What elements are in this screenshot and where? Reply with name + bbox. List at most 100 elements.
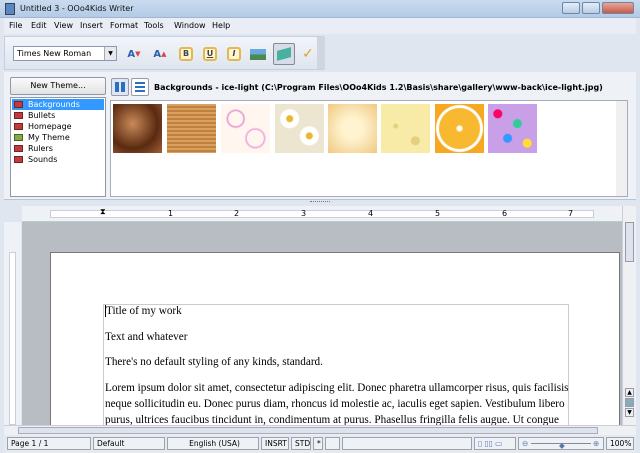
theme-item[interactable]: Homepage <box>12 121 104 132</box>
ruler-label: 1 <box>168 209 174 218</box>
zoom-percent[interactable]: 100% <box>606 437 634 450</box>
document-line[interactable]: Text and whatever <box>105 331 187 343</box>
formatting-toolbar: Times New Roman ▼ A ▼ A ▲ B U I ✓ <box>4 36 325 70</box>
app-icon <box>5 3 15 15</box>
page-style[interactable]: Default <box>93 437 165 450</box>
menu-window[interactable]: Window <box>174 21 206 30</box>
folder-icon <box>14 134 23 141</box>
previous-page-icon[interactable]: ▲ <box>625 388 634 397</box>
signature-field[interactable] <box>325 437 340 450</box>
indent-marker[interactable]: ⧗ <box>100 207 106 217</box>
thumbnail-confetti[interactable] <box>488 104 537 153</box>
page-indicator[interactable]: Page 1 / 1 <box>7 437 91 450</box>
thumbnail-cheese[interactable] <box>381 104 430 153</box>
chevron-down-icon[interactable]: ▼ <box>104 47 116 60</box>
spellcheck-icon[interactable]: ✓ <box>297 43 319 65</box>
next-page-icon[interactable]: ▼ <box>625 408 634 417</box>
horizontal-ruler[interactable]: ⧗ 1 2 3 4 5 6 7 <box>22 206 622 222</box>
menu-format[interactable]: Format <box>110 21 138 30</box>
shrink-font-icon[interactable]: A ▼ <box>123 43 145 65</box>
gallery-panel: New Theme... Backgrounds Bullets Homepag… <box>4 72 636 200</box>
status-bar: Page 1 / 1 Default English (USA) INSRT S… <box>4 435 636 453</box>
theme-label: Backgrounds <box>28 100 80 109</box>
italic-button[interactable]: I <box>223 43 245 65</box>
horizontal-scrollbar[interactable] <box>4 425 636 435</box>
thumbnail-daisies[interactable] <box>275 104 324 153</box>
selection-mode[interactable]: STD <box>291 437 311 450</box>
navigator-icon[interactable] <box>625 398 634 407</box>
bold-button[interactable]: B <box>175 43 197 65</box>
italic-icon: I <box>227 47 241 61</box>
toolbar-overflow[interactable] <box>317 37 325 69</box>
scroll-thumb[interactable] <box>625 222 634 262</box>
thumbnail-brown-swirl[interactable] <box>113 104 162 153</box>
theme-label: My Theme <box>28 133 70 142</box>
gallery-title: Backgrounds - ice-light (C:\Program File… <box>154 83 603 92</box>
list-icon <box>135 82 145 92</box>
language[interactable]: English (USA) <box>167 437 259 450</box>
menu-insert[interactable]: Insert <box>80 21 103 30</box>
ruler-label: 4 <box>368 209 374 218</box>
folder-icon <box>14 101 23 108</box>
underline-icon: U <box>203 47 217 61</box>
document-page[interactable]: Title of my work Text and whatever There… <box>50 252 620 444</box>
ruler-label: 5 <box>435 209 441 218</box>
close-button[interactable] <box>602 2 634 14</box>
minimize-button[interactable] <box>562 2 580 14</box>
theme-label: Bullets <box>28 111 56 120</box>
menu-help[interactable]: Help <box>212 21 230 30</box>
insert-mode[interactable]: INSRT <box>261 437 289 450</box>
ruler-track <box>9 252 16 425</box>
gallery-button[interactable] <box>273 43 295 65</box>
underline-button[interactable]: U <box>199 43 221 65</box>
menu-file[interactable]: File <box>9 21 22 30</box>
zoom-out-icon[interactable]: ⊖ <box>522 439 528 448</box>
icon-view-button[interactable] <box>111 78 129 96</box>
gallery-thumbnails <box>110 100 628 197</box>
menu-edit[interactable]: Edit <box>31 21 47 30</box>
thumbnail-pink-circles[interactable] <box>221 104 270 153</box>
zoom-slider[interactable]: ⊖ ◆ ⊕ <box>518 437 604 450</box>
thumbnail-orange[interactable] <box>435 104 484 153</box>
menu-bar: File Edit View Insert Format Tools Windo… <box>4 18 636 34</box>
detail-view-button[interactable] <box>131 78 149 96</box>
folder-icon <box>14 156 23 163</box>
document-line[interactable]: Lorem ipsum dolor sit amet, consectetur … <box>105 382 569 394</box>
zoom-handle[interactable]: ◆ <box>559 440 565 451</box>
modified-indicator: * <box>313 437 323 450</box>
theme-label: Rulers <box>28 144 53 153</box>
menu-tools[interactable]: Tools <box>144 21 164 30</box>
thumbnail-popcorn[interactable] <box>328 104 377 153</box>
document-line[interactable]: neque sollicitudin eu. Donec purus diam,… <box>105 398 565 410</box>
scroll-thumb[interactable] <box>18 427 598 434</box>
grow-font-icon[interactable]: A ▲ <box>149 43 171 65</box>
gallery-scrollbar[interactable] <box>616 101 627 196</box>
view-layout-icons[interactable]: ▯ ▯▯ ▭ <box>474 437 516 450</box>
theme-item[interactable]: Backgrounds <box>12 99 104 110</box>
ruler-label: 2 <box>234 209 240 218</box>
thumbnail-wood[interactable] <box>167 104 216 153</box>
grid-icon <box>115 82 125 92</box>
theme-list[interactable]: Backgrounds Bullets Homepage My Theme Ru… <box>10 97 106 197</box>
theme-item[interactable]: Bullets <box>12 110 104 121</box>
title-bar: Untitled 3 - OOo4Kids Writer <box>0 0 640 18</box>
folder-icon <box>14 112 23 119</box>
menu-view[interactable]: View <box>54 21 73 30</box>
theme-item[interactable]: My Theme <box>12 132 104 143</box>
image-icon <box>250 48 266 60</box>
font-name-value: Times New Roman <box>17 49 92 58</box>
zoom-in-icon[interactable]: ⊕ <box>593 438 599 449</box>
splitter-handle[interactable] <box>310 201 330 204</box>
theme-item[interactable]: Sounds <box>12 154 104 165</box>
document-line[interactable]: Title of my work <box>105 305 182 317</box>
insert-image-button[interactable] <box>247 43 269 65</box>
vertical-scrollbar[interactable]: ▲ ▼ <box>622 206 636 425</box>
vertical-ruler[interactable] <box>4 222 21 425</box>
bold-icon: B <box>179 47 193 61</box>
font-name-select[interactable]: Times New Roman ▼ <box>13 46 117 61</box>
ruler-label: 7 <box>568 209 574 218</box>
new-theme-button[interactable]: New Theme... <box>10 77 106 95</box>
theme-item[interactable]: Rulers <box>12 143 104 154</box>
document-line[interactable]: There's no default styling of any kinds,… <box>105 356 323 368</box>
maximize-button[interactable] <box>582 2 600 14</box>
